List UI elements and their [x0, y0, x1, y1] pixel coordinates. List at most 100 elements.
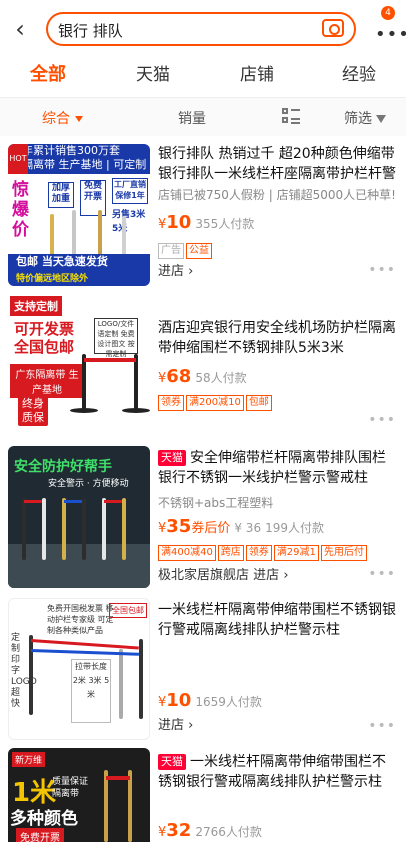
list-item[interactable]: 安全防护好帮手 安全警示 · 方便移动 天猫 安全伸缩带栏杆隔离带排队围栏银行不锈… [0, 440, 406, 592]
price: ¥68 58人付款 [158, 366, 247, 387]
stanchion-post [122, 498, 126, 560]
price-value: 10 [166, 212, 192, 233]
list-item[interactable]: 新万维 1米 质量保证 隔离带 多种颜色 免费开票 天猫 一米线栏杆隔离带伸缩带围… [0, 744, 406, 842]
product-title-text: 一米线栏杆隔离带伸缩带围栏不锈钢银行警戒隔离线排队护栏警示柱 [158, 754, 386, 790]
enter-store-label: 进店 [158, 264, 185, 279]
sort-sales[interactable]: 销量 [178, 108, 206, 128]
product-image[interactable]: 支持定制 可开发票 全国包邮 广东隔离带 生产基地 终身质保 LOGO/文件 语… [8, 292, 150, 434]
product-title[interactable]: 天猫 一米线栏杆隔离带伸缩带围栏不锈钢银行警戒隔离线排队护栏警示柱 [158, 752, 398, 792]
image-text: 特价偏远地区除外 [16, 274, 89, 284]
tmall-badge: 天猫 [158, 450, 186, 466]
stanchion-belt [104, 500, 122, 503]
hot-badge: HOT [8, 144, 28, 174]
item-more-icon[interactable]: ••• [368, 262, 396, 278]
image-text: 另售3米5米 [112, 210, 146, 234]
image-banner: 年累计销售300万套 隔离带 生产基地 | 可定制logo [8, 144, 150, 185]
product-title[interactable]: 天猫 安全伸缩带栏杆隔离带排队围栏银行不锈钢一米线护栏警示警戒柱 [158, 448, 398, 488]
product-image[interactable]: 年累计销售300万套 隔离带 生产基地 | 可定制logo HOT 惊爆价 加厚加… [8, 144, 150, 286]
free-shipping-tag: 包邮 [245, 395, 272, 411]
product-title[interactable]: 银行排队 热销过千 超20种颜色伸缩带银行排队一米线栏杆座隔离带护栏杆警 [158, 144, 398, 184]
tag-row: 广告 公益 [158, 238, 214, 259]
coupon-tag: 领券 [158, 395, 184, 411]
sort-composite[interactable]: 综合 [42, 108, 83, 128]
image-text: 免费开国税发票 移动护栏专家级 可定制各种类似产品 [47, 604, 114, 635]
category-tabs: 全部 天猫 店铺 经验 [0, 56, 406, 98]
stanchion-post [50, 214, 54, 256]
product-title[interactable]: 一米线栏杆隔离带伸缩带围栏不锈钢银行警戒隔离线排队护栏警示柱 [158, 600, 398, 640]
filter-button[interactable]: 筛选 [344, 108, 386, 128]
tab-store[interactable]: 店铺 [240, 60, 274, 85]
notification-badge: 4 [381, 6, 395, 20]
chevron-right-icon: › [188, 718, 194, 733]
ad-tag: 广告 [158, 243, 184, 259]
list-item[interactable]: 支持定制 可开发票 全国包邮 广东隔离带 生产基地 终身质保 LOGO/文件 语… [0, 292, 406, 440]
buyer-count: 1659人付款 [195, 695, 262, 709]
stanchion-post [42, 498, 46, 560]
image-text: 免费开票 [80, 180, 106, 216]
stanchion-post [72, 210, 76, 256]
price-value: 35 [166, 516, 192, 537]
store-name: 极北家居旗舰店 [158, 568, 250, 583]
enter-store-link[interactable]: 进店 › [158, 260, 193, 279]
stanchion-post [98, 210, 102, 256]
old-price: ¥ 36 [234, 521, 262, 535]
more-menu-button[interactable]: 4 ••• [372, 6, 406, 46]
search-input[interactable]: 银行 排队 [46, 12, 356, 46]
back-arrow-icon[interactable]: ‹ [8, 16, 32, 42]
buyer-count: 2766人付款 [195, 825, 262, 839]
price: ¥10 355人付款 [158, 212, 254, 233]
price: ¥35券后价 ¥ 36 199人付款 [158, 516, 324, 537]
item-more-icon[interactable]: ••• [368, 718, 396, 734]
image-text: 广东隔离带 生产基地 [10, 364, 84, 398]
product-image[interactable]: 新万维 1米 质量保证 隔离带 多种颜色 免费开票 [8, 748, 150, 842]
tab-tmall[interactable]: 天猫 [136, 60, 170, 85]
sort-bar: 综合 销量 筛选 [0, 98, 406, 136]
enter-store-label: 进店 [253, 568, 280, 583]
image-text: 新万维 [12, 752, 46, 767]
discount-tag: 满200减10 [186, 395, 244, 411]
image-text: 终身质保 [18, 396, 48, 426]
layout-toggle-icon[interactable] [282, 108, 300, 124]
store-info: 店铺已被750人假粉 | 店铺超5000人已种草! [158, 188, 396, 202]
stanchion-base [70, 408, 98, 413]
stanchion-post [134, 354, 138, 410]
image-text: 定制印字LOGO超快 [11, 633, 37, 709]
image-text: 年累计销售300万套 [22, 144, 120, 157]
image-text: LOGO/文件 语定制 免费设计图文 按需定制 [94, 318, 138, 358]
tab-all[interactable]: 全部 [30, 60, 66, 86]
search-query[interactable]: 银行 排队 [58, 20, 123, 41]
enter-store-link[interactable]: 进店 › [158, 714, 193, 733]
stanchion-belt [64, 500, 82, 503]
caret-down-icon [75, 116, 83, 122]
filter-icon [376, 115, 386, 123]
image-text: 加厚加重 [48, 182, 74, 208]
item-more-icon[interactable]: ••• [368, 566, 396, 582]
list-item[interactable]: 定制印字LOGO超快 免费开国税发票 移动护栏专家级 可定制各种类似产品 全国包… [0, 592, 406, 744]
image-text: 质量保证 隔离带 [52, 777, 89, 799]
image-text: 支持定制 [10, 296, 62, 316]
more-dots-icon: ••• [375, 24, 406, 45]
stanchion-belt [24, 500, 42, 503]
sort-composite-label: 综合 [42, 111, 70, 127]
chevron-right-icon: › [188, 264, 194, 279]
camera-icon[interactable] [322, 19, 344, 37]
price: ¥32 2766人付款 [158, 820, 262, 841]
stanchion-post [128, 770, 132, 842]
product-title[interactable]: 酒店迎宾银行用安全线机场防护栏隔离带伸缩围栏不锈钢排队5米3米 [158, 318, 398, 358]
image-text: 安全警示 · 方便移动 [48, 479, 129, 489]
enter-store-link[interactable]: 极北家居旗舰店 进店 › [158, 564, 289, 583]
enter-store-label: 进店 [158, 718, 185, 733]
product-title-text: 安全伸缩带栏杆隔离带排队围栏银行不锈钢一米线护栏警示警戒柱 [158, 450, 386, 486]
stanchion-post [139, 639, 143, 719]
product-image[interactable]: 定制印字LOGO超快 免费开国税发票 移动护栏专家级 可定制各种类似产品 全国包… [8, 598, 150, 740]
tmall-badge: 天猫 [158, 754, 186, 770]
charity-tag: 公益 [186, 243, 212, 259]
chevron-right-icon: › [283, 568, 289, 583]
price-suffix: 券后价 [191, 521, 231, 536]
item-more-icon[interactable]: ••• [368, 412, 396, 428]
list-item[interactable]: 年累计销售300万套 隔离带 生产基地 | 可定制logo HOT 惊爆价 加厚加… [0, 138, 406, 292]
image-text: 安全防护好帮手 [14, 459, 112, 475]
product-image[interactable]: 安全防护好帮手 安全警示 · 方便移动 [8, 446, 150, 588]
filter-label: 筛选 [344, 111, 372, 127]
tab-experience[interactable]: 经验 [342, 60, 376, 85]
